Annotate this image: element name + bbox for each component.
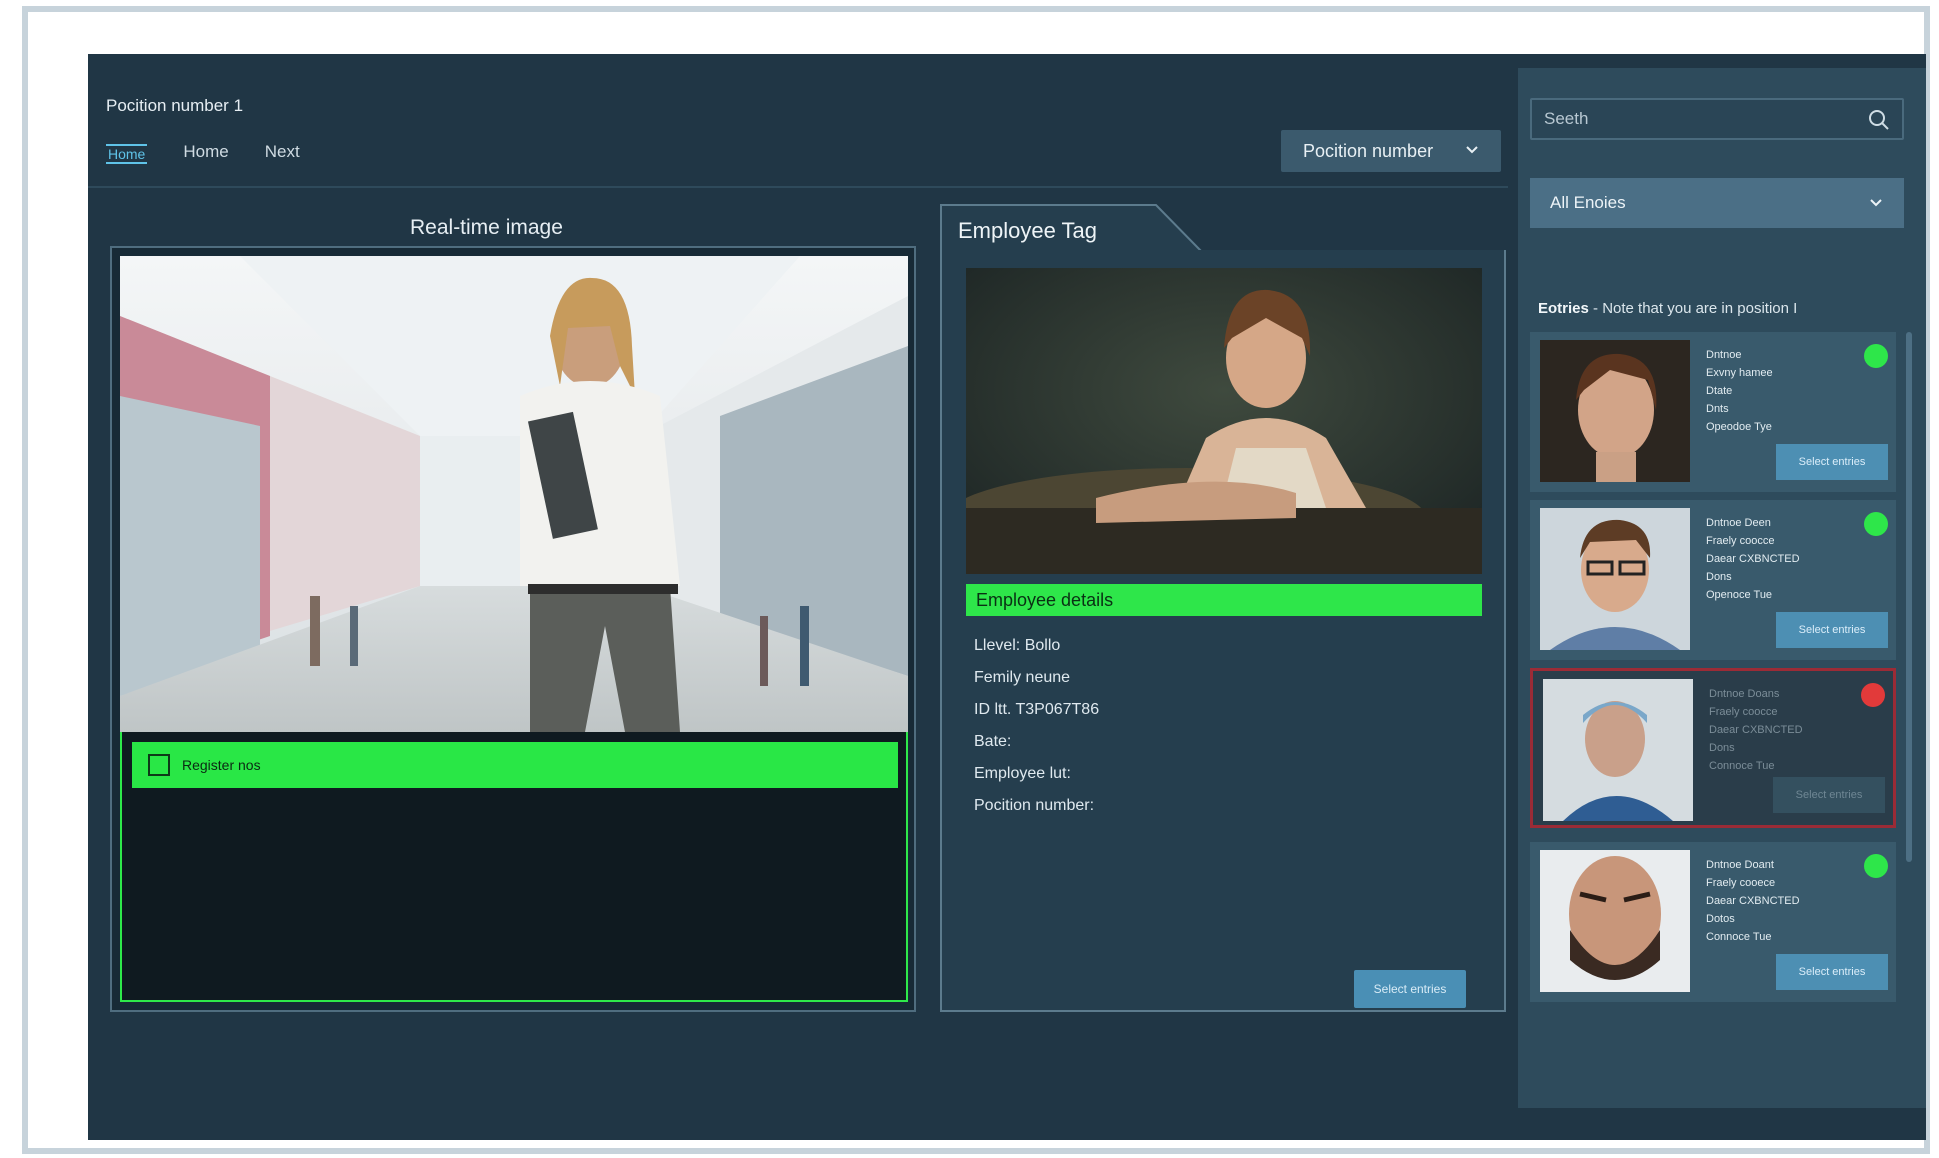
- entry-select-button[interactable]: Select entries: [1776, 612, 1888, 648]
- app-window: Pocition number 1 Home Home Next Pocitio…: [88, 54, 1926, 1140]
- realtime-detail-area: Register nos: [120, 732, 908, 1002]
- field-date: Bate:: [974, 733, 1012, 750]
- employee-details-bar: Employee details: [966, 584, 1482, 616]
- employee-tab-title[interactable]: Employee Tag: [958, 218, 1097, 244]
- status-dot: [1864, 854, 1888, 878]
- entry-thumbnail: [1540, 340, 1690, 482]
- entry-select-button[interactable]: Select entries: [1776, 444, 1888, 480]
- entries-title: Eotries: [1538, 300, 1589, 317]
- search-box: [1530, 98, 1904, 140]
- status-dot-alert: [1861, 683, 1885, 707]
- entry-info: Dntnoe Deen Fraely coocce Daear CXBNCTED Do…: [1706, 517, 1800, 601]
- entry-select-button[interactable]: Select entries: [1776, 954, 1888, 990]
- filter-label: All Enoies: [1550, 193, 1626, 212]
- field-id: ID ltt. T3P067T86: [974, 701, 1100, 718]
- employee-photo: [966, 268, 1482, 574]
- realtime-panel: Register nos: [110, 246, 916, 1012]
- main-area: Pocition number 1 Home Home Next Pocitio…: [88, 54, 1508, 1140]
- entry-select-button[interactable]: Select entries: [1773, 777, 1885, 813]
- nav-tab-next[interactable]: Next: [265, 142, 300, 164]
- position-select-label: Pocition number: [1303, 140, 1434, 161]
- window-frame: Pocition number 1 Home Home Next Pocitio…: [22, 6, 1930, 1154]
- register-status-bar: Register nos: [132, 742, 898, 788]
- field-family-name: Femily neune: [974, 669, 1071, 686]
- chevron-down-icon: [1466, 146, 1478, 154]
- entry-card-flagged[interactable]: Dntnoe Doans Fraely coocce Daear CXBNCTED D…: [1530, 668, 1896, 828]
- entry-info: Dntnoe Exvny hamee Dtate Dnts Opeodoe Tye: [1706, 349, 1773, 433]
- status-dot: [1864, 344, 1888, 368]
- register-label: Register nos: [182, 757, 261, 773]
- entry-card[interactable]: Dntnoe Doant Fraely cooece Daear CXBNCTED D…: [1530, 842, 1896, 1002]
- chevron-down-icon: [1870, 199, 1882, 207]
- page-title: Pocition number 1: [106, 96, 244, 115]
- realtime-title: Real-time image: [410, 216, 563, 239]
- entry-thumbnail: [1540, 850, 1690, 992]
- entry-thumbnail: [1543, 679, 1693, 821]
- top-bar: Pocition number 1 Home Home Next Pocitio…: [88, 54, 1508, 188]
- field-level: Llevel: Bollo: [974, 637, 1061, 654]
- status-dot: [1864, 512, 1888, 536]
- select-entries-button[interactable]: Select entries: [1354, 970, 1466, 1008]
- entries-heading: Eotries - Note that you are in position …: [1538, 300, 1797, 317]
- entries-filter-select[interactable]: All Enoies: [1530, 178, 1904, 228]
- realtime-camera-image: [120, 256, 908, 732]
- search-icon[interactable]: [1868, 109, 1890, 131]
- entries-scrollbar[interactable]: [1906, 332, 1912, 862]
- employee-panel: Employee details Llevel: Bollo Femily ne…: [940, 250, 1506, 1012]
- entry-card[interactable]: Dntnoe Deen Fraely coocce Daear CXBNCTED Do…: [1530, 500, 1896, 660]
- register-checkbox[interactable]: [148, 754, 170, 776]
- entries-list: Dntnoe Exvny hamee Dtate Dnts Opeodoe Tye Se…: [1530, 332, 1912, 1062]
- field-position-number: Pocition number:: [974, 797, 1095, 814]
- nav-tab-home[interactable]: Home: [183, 142, 228, 164]
- entries-note: - Note that you are in position I: [1593, 300, 1798, 317]
- entries-sidebar: All Enoies Eotries - Note that you are i…: [1518, 68, 1926, 1108]
- field-employee-list: Employee lut:: [974, 765, 1071, 782]
- nav-tab-home-active[interactable]: Home: [106, 144, 148, 164]
- entry-thumbnail: [1540, 508, 1690, 650]
- entry-info: Dntnoe Doant Fraely cooece Daear CXBNCTED D…: [1706, 859, 1800, 943]
- nav-tabs: Home Home Next: [106, 142, 300, 164]
- entry-card[interactable]: Dntnoe Exvny hamee Dtate Dnts Opeodoe Tye Se…: [1530, 332, 1896, 492]
- employee-fields: Llevel: Bollo Femily neune ID ltt. T3P06…: [974, 630, 1099, 822]
- entry-info: Dntnoe Doans Fraely coocce Daear CXBNCTED D…: [1709, 688, 1803, 772]
- search-input[interactable]: [1532, 109, 1852, 129]
- position-select[interactable]: Pocition number: [1281, 130, 1501, 172]
